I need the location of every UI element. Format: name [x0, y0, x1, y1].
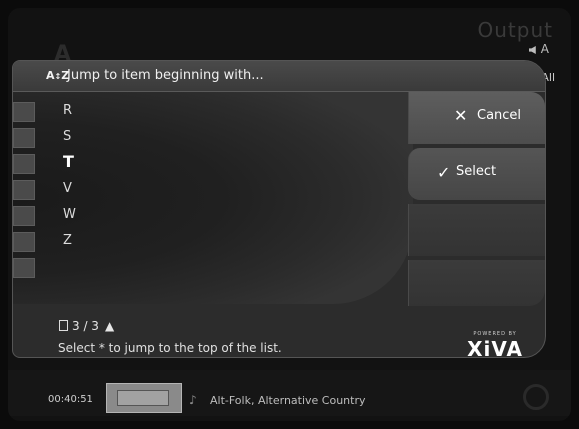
hint-text: Select * to jump to the top of the list. — [58, 341, 282, 355]
list-item-label: Z — [63, 233, 72, 248]
list-item-label: W — [63, 207, 76, 222]
list-item-t[interactable]: T — [13, 152, 413, 176]
list-item-s[interactable]: S — [13, 126, 413, 150]
letter-list: R S T V W Z — [13, 92, 413, 304]
select-label: Select — [456, 164, 497, 179]
list-item-label: S — [63, 129, 72, 144]
cancel-x-icon: ✕ — [454, 106, 468, 125]
list-item-z[interactable]: Z — [13, 230, 413, 254]
empty-button-slot — [408, 260, 545, 306]
row-marker — [13, 232, 35, 252]
list-item-label: R — [63, 103, 73, 118]
row-marker — [13, 258, 35, 278]
dialog-header: A↕Z Jump to item beginning with... — [13, 61, 545, 92]
elapsed-time: 00:40:51 — [48, 394, 93, 405]
output-label: Output — [477, 18, 553, 42]
page-indicator: 3 / 3 ▲ — [59, 319, 114, 333]
volume-label: A — [540, 42, 549, 56]
settings-icon[interactable] — [523, 384, 549, 410]
volume-indicator: A — [528, 42, 549, 56]
check-icon: ✓ — [437, 163, 451, 182]
cancel-label: Cancel — [477, 108, 522, 123]
list-item-w[interactable]: W — [13, 204, 413, 228]
list-item-label: T — [63, 152, 74, 171]
row-marker — [13, 154, 35, 174]
row-marker — [13, 180, 35, 200]
page-icon — [59, 320, 68, 331]
dialog-title: Jump to item beginning with... — [67, 68, 264, 83]
list-item-r[interactable]: R — [13, 100, 413, 124]
list-item-label: V — [63, 181, 72, 196]
now-playing-bar: 00:40:51 ♪ Alt-Folk, Alternative Country — [8, 370, 571, 416]
row-marker — [13, 206, 35, 226]
brand-name: XiVA — [467, 337, 523, 358]
album-art — [106, 383, 182, 413]
empty-button-slot — [408, 204, 545, 256]
list-item-v[interactable]: V — [13, 178, 413, 202]
genre-label: Alt-Folk, Alternative Country — [210, 394, 366, 407]
row-marker — [13, 102, 35, 122]
up-arrow-icon[interactable]: ▲ — [105, 319, 114, 333]
list-item-empty[interactable] — [13, 256, 413, 280]
az-sort-icon: A↕Z — [46, 69, 70, 82]
row-marker — [13, 128, 35, 148]
music-note-icon: ♪ — [189, 393, 197, 407]
app-screen: A Output A All A↕Z Jump to item beginnin… — [8, 8, 571, 421]
speaker-icon — [528, 46, 536, 54]
cancel-button[interactable]: ✕ Cancel — [408, 92, 545, 144]
select-button[interactable]: ✓ Select — [408, 148, 545, 200]
jump-to-dialog: A↕Z Jump to item beginning with... R S T… — [12, 60, 546, 358]
page-count: 3 / 3 — [72, 319, 99, 333]
brand-logo: POWERED BY XiVA — [467, 331, 523, 358]
